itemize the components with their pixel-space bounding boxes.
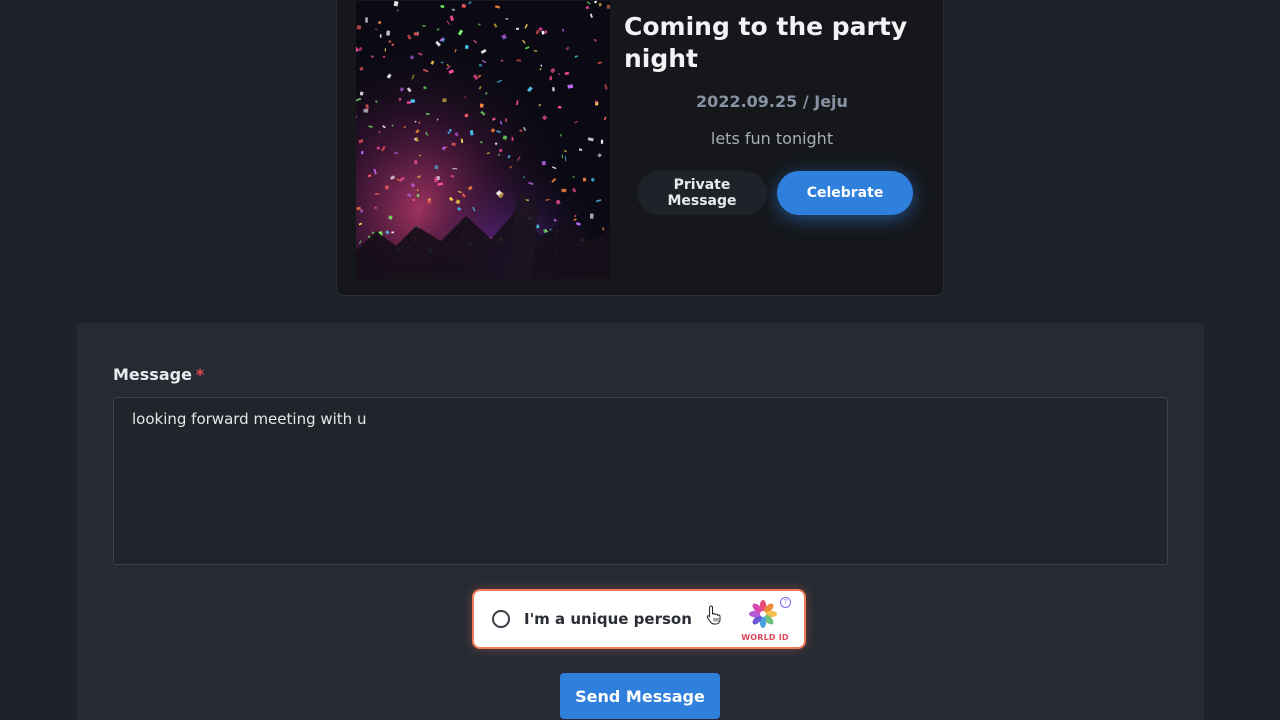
worldid-label: I'm a unique person <box>524 610 692 628</box>
confetti-piece <box>469 130 474 136</box>
confetti-piece <box>515 27 520 30</box>
confetti-piece <box>398 97 402 101</box>
confetti-piece <box>356 206 361 211</box>
event-date-location: 2022.09.25 / Jeju <box>696 92 848 111</box>
worldid-checkbox[interactable] <box>492 610 510 628</box>
confetti-piece <box>561 188 567 193</box>
confetti-piece <box>538 103 541 107</box>
confetti-piece <box>391 231 394 234</box>
confetti-piece <box>386 30 391 36</box>
celebrate-button[interactable]: Celebrate <box>777 171 913 215</box>
confetti-piece <box>504 118 508 122</box>
confetti-piece <box>451 8 456 11</box>
worldid-widget[interactable]: I'm a unique person ? WORLD ID <box>472 589 806 649</box>
confetti-piece <box>494 142 498 145</box>
event-image <box>356 1 610 279</box>
hand-cursor-icon <box>706 605 722 629</box>
confetti-piece <box>440 61 444 64</box>
message-form-panel: Message * looking forward meeting with u … <box>77 323 1204 720</box>
confetti-piece <box>356 25 362 30</box>
confetti-piece <box>552 87 555 92</box>
confetti-piece <box>567 84 574 89</box>
confetti-piece <box>379 34 382 38</box>
confetti-piece <box>572 176 575 178</box>
page: Coming to the party night 2022.09.25 / J… <box>0 0 1280 720</box>
confetti-piece <box>464 96 466 99</box>
confetti-piece <box>425 113 430 116</box>
confetti-piece <box>598 2 602 7</box>
confetti-piece <box>363 108 369 113</box>
confetti-piece <box>600 139 604 144</box>
confetti-piece <box>450 175 454 178</box>
confetti-piece <box>582 177 587 182</box>
confetti-piece <box>505 18 509 20</box>
confetti-piece <box>606 4 610 9</box>
confetti-piece <box>413 32 420 36</box>
confetti-piece <box>410 99 415 103</box>
confetti-piece <box>442 98 447 103</box>
confetti-piece <box>361 150 364 155</box>
worldid-help-icon[interactable]: ? <box>780 597 791 608</box>
confetti-piece <box>365 17 368 23</box>
confetti-piece <box>541 160 547 166</box>
confetti-piece <box>509 166 512 169</box>
confetti-piece <box>374 193 380 195</box>
event-card: Coming to the party night 2022.09.25 / J… <box>336 0 944 296</box>
event-title: Coming to the party night <box>624 12 908 73</box>
confetti-photo <box>356 1 610 279</box>
worldid-brand: WORLD ID <box>741 633 789 642</box>
confetti-piece <box>557 106 562 109</box>
confetti-piece <box>516 59 522 62</box>
worldid-flower-icon <box>748 599 778 629</box>
private-message-button[interactable]: Private Message <box>637 171 767 215</box>
message-label-text: Message <box>113 365 192 384</box>
confetti-piece <box>465 45 469 49</box>
required-mark: * <box>195 365 205 384</box>
confetti-piece <box>406 101 411 104</box>
event-description: lets fun tonight <box>710 129 834 148</box>
confetti-piece <box>434 165 439 170</box>
message-label: Message * <box>113 365 204 384</box>
send-message-button[interactable]: Send Message <box>560 673 720 719</box>
confetti-piece <box>544 30 548 34</box>
confetti-piece <box>511 137 514 141</box>
confetti-piece <box>478 63 483 67</box>
confetti-piece <box>391 43 394 46</box>
confetti-piece <box>384 48 387 52</box>
confetti-piece <box>434 177 438 183</box>
confetti-piece <box>427 199 432 204</box>
message-textarea[interactable]: looking forward meeting with u <box>113 397 1168 565</box>
confetti-piece <box>497 153 500 156</box>
confetti-piece <box>590 213 594 219</box>
confetti-piece <box>479 103 484 108</box>
confetti-piece <box>549 76 553 81</box>
